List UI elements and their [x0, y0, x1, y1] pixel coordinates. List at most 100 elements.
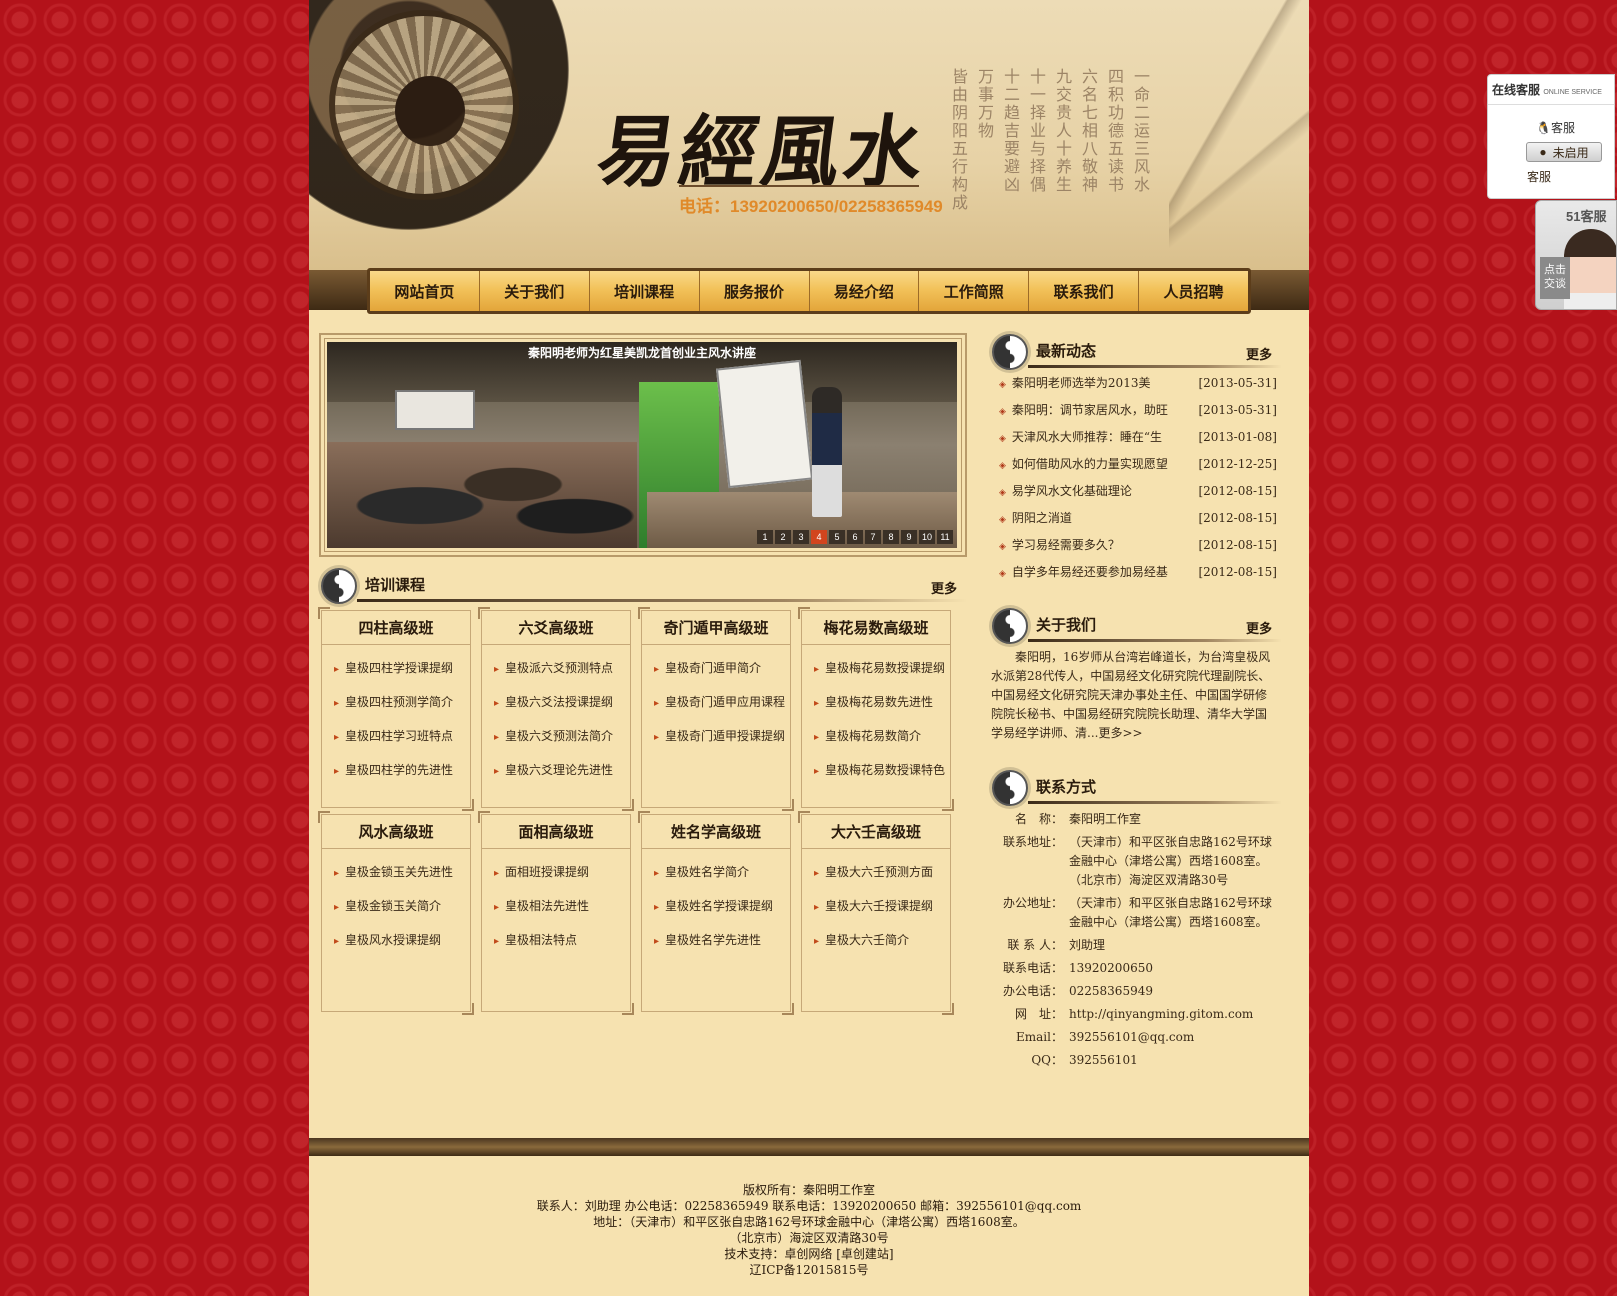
banner-page-dot[interactable]: 10: [919, 530, 935, 544]
banner-page-dot[interactable]: 1: [757, 530, 773, 544]
nav-item[interactable]: 服务报价: [700, 271, 810, 311]
click-to-chat-button[interactable]: 点击交谈: [1540, 257, 1570, 299]
news-item[interactable]: 秦阳明：调节家居风水，助旺 [2013-05-31]: [999, 396, 1277, 423]
news-item[interactable]: 如何借助风水的力量实现愿望 [2012-12-25]: [999, 450, 1277, 477]
courses-more-link[interactable]: 更多: [931, 578, 957, 597]
footer: 版权所有：秦阳明工作室 联系人：刘助理 办公电话：02258365949 联系电话…: [309, 1182, 1309, 1278]
contact-row: 办公地址： （天津市）和平区张自忠路162号环球金融中心（津塔公寓）西塔1608室…: [991, 894, 1281, 932]
banner-page-dot[interactable]: 4: [811, 530, 827, 544]
banner-page-dot[interactable]: 8: [883, 530, 899, 544]
news-title[interactable]: 秦阳明老师选举为2013美: [999, 374, 1151, 391]
nav-item[interactable]: 易经介绍: [810, 271, 920, 311]
taiji-icon: [992, 334, 1028, 370]
course-link[interactable]: 面相班授课提纲: [494, 855, 630, 889]
kefu51-widget[interactable]: 51客服 点击交谈: [1535, 200, 1617, 310]
news-item[interactable]: 天津风水大师推荐：睡在“生 [2013-01-08]: [999, 423, 1277, 450]
course-link[interactable]: 皇极四柱学授课提纲: [334, 651, 470, 685]
course-link[interactable]: 皇极派六爻预测特点: [494, 651, 630, 685]
banner-page-dot[interactable]: 2: [775, 530, 791, 544]
course-link[interactable]: 皇极六爻预测法简介: [494, 719, 630, 753]
about-more-link[interactable]: 更多: [1246, 618, 1272, 637]
course-link[interactable]: 皇极相法特点: [494, 923, 630, 957]
course-link[interactable]: 皇极大六壬授课提纲: [814, 889, 950, 923]
contact-key: 名 称：: [1014, 812, 1063, 826]
banner-page-dot[interactable]: 3: [793, 530, 809, 544]
course-link[interactable]: 皇极梅花易数授课特色: [814, 753, 950, 787]
contact-value: 392556101: [1069, 1053, 1138, 1067]
about-section-title: 关于我们 更多: [992, 608, 1282, 644]
course-link[interactable]: 皇极奇门遁甲简介: [654, 651, 790, 685]
course-title[interactable]: 奇门遁甲高级班: [642, 611, 790, 645]
news-item[interactable]: 阴阳之消道 [2012-08-15]: [999, 504, 1277, 531]
course-link[interactable]: 皇极奇门遁甲应用课程: [654, 685, 790, 719]
contact-value: （天津市）和平区张自忠路162号环球金融中心（津塔公寓）西塔1608室。（北京市…: [1069, 835, 1272, 887]
course-link-list: 皇极派六爻预测特点皇极六爻法授课提纲皇极六爻预测法简介皇极六爻理论先进性: [482, 645, 630, 787]
course-link[interactable]: 皇极四柱预测学简介: [334, 685, 470, 719]
whiteboard: [395, 390, 475, 430]
news-title[interactable]: 学习易经需要多久？: [999, 536, 1120, 553]
news-item[interactable]: 秦阳明老师选举为2013美 [2013-05-31]: [999, 369, 1277, 396]
course-title[interactable]: 风水高级班: [322, 815, 470, 849]
contact-key: 办公电话：: [1002, 984, 1063, 998]
news-title[interactable]: 易学风水文化基础理论: [999, 482, 1132, 499]
banner-slideshow[interactable]: 秦阳明老师为红星美凯龙首创业主风水讲座 1 2 3 4 5 6 7 8 9 10 11: [327, 342, 957, 548]
header-banner: 易經風水 电话：13920200650/02258365949 一命二运三风水四…: [309, 0, 1309, 270]
nav-item[interactable]: 关于我们: [480, 271, 590, 311]
nav-item[interactable]: 培训课程: [590, 271, 700, 311]
news-title[interactable]: 如何借助风水的力量实现愿望: [999, 455, 1168, 472]
course-link[interactable]: 皇极风水授课提纲: [334, 923, 470, 957]
news-item[interactable]: 学习易经需要多久？ [2012-08-15]: [999, 531, 1277, 558]
news-more-link[interactable]: 更多: [1246, 344, 1272, 363]
banner-page-dot[interactable]: 7: [865, 530, 881, 544]
course-link[interactable]: 皇极梅花易数先进性: [814, 685, 950, 719]
news-title[interactable]: 阴阳之消道: [999, 509, 1072, 526]
news-date: [2013-05-31]: [1198, 402, 1277, 417]
course-link-list: 皇极姓名学简介皇极姓名学授课提纲皇极姓名学先进性: [642, 849, 790, 957]
contact-row: QQ： 392556101: [991, 1051, 1281, 1070]
nav-item[interactable]: 工作简照: [919, 271, 1030, 311]
banner-page-dot[interactable]: 9: [901, 530, 917, 544]
nav-item[interactable]: 人员招聘: [1139, 271, 1248, 311]
course-box: 风水高级班皇极金锁玉关先进性皇极金锁玉关简介皇极风水授课提纲: [318, 811, 474, 1015]
course-link[interactable]: 皇极大六壬预测方面: [814, 855, 950, 889]
news-title[interactable]: 自学多年易经还要参加易经基: [999, 563, 1168, 580]
course-title[interactable]: 梅花易数高级班: [802, 611, 950, 645]
course-link[interactable]: 皇极梅花易数简介: [814, 719, 950, 753]
course-title[interactable]: 面相高级班: [482, 815, 630, 849]
banner-page-dot[interactable]: 6: [847, 530, 863, 544]
banner-page-dot[interactable]: 11: [937, 530, 953, 544]
banner-page-dot[interactable]: 5: [829, 530, 845, 544]
course-link[interactable]: 皇极奇门遁甲授课提纲: [654, 719, 790, 753]
contact-row: 办公电话： 02258365949: [991, 982, 1281, 1001]
news-title[interactable]: 秦阳明：调节家居风水，助旺: [999, 401, 1168, 418]
course-title[interactable]: 六爻高级班: [482, 611, 630, 645]
qq-service-link[interactable]: 🐧客服: [1536, 119, 1614, 136]
course-link[interactable]: 皇极相法先进性: [494, 889, 630, 923]
course-link[interactable]: 皇极六爻法授课提纲: [494, 685, 630, 719]
section-title: 最新动态: [1036, 342, 1097, 360]
news-item[interactable]: 易学风水文化基础理论 [2012-08-15]: [999, 477, 1277, 504]
nav-item[interactable]: 联系我们: [1029, 271, 1140, 311]
course-box: 四柱高级班皇极四柱学授课提纲皇极四柱预测学简介皇极四柱学习班特点皇极四柱学的先进…: [318, 607, 474, 811]
about-text: 秦阳明，16岁师从台湾岩峰道长，为台湾皇极风水派第28代传人，中国易经文化研究院…: [991, 650, 1271, 740]
course-link[interactable]: 皇极梅花易数授课提纲: [814, 651, 950, 685]
course-link[interactable]: 皇极四柱学习班特点: [334, 719, 470, 753]
course-link[interactable]: 皇极六爻理论先进性: [494, 753, 630, 787]
course-title[interactable]: 姓名学高级班: [642, 815, 790, 849]
banner-pager: 1 2 3 4 5 6 7 8 9 10 11: [757, 530, 953, 544]
taiji-icon: [321, 568, 357, 604]
service-status-button[interactable]: ● 未启用: [1526, 142, 1602, 162]
course-link[interactable]: 皇极金锁玉关先进性: [334, 855, 470, 889]
course-link[interactable]: 皇极金锁玉关简介: [334, 889, 470, 923]
poem-column: 皆由阴阳五行构成: [949, 68, 968, 212]
news-item[interactable]: 自学多年易经还要参加易经基 [2012-08-15]: [999, 558, 1277, 585]
course-link[interactable]: 皇极四柱学的先进性: [334, 753, 470, 787]
course-link[interactable]: 皇极姓名学先进性: [654, 923, 790, 957]
course-link[interactable]: 皇极大六壬简介: [814, 923, 950, 957]
news-title[interactable]: 天津风水大师推荐：睡在“生: [999, 428, 1162, 445]
course-link[interactable]: 皇极姓名学简介: [654, 855, 790, 889]
nav-item[interactable]: 网站首页: [370, 271, 480, 311]
course-link[interactable]: 皇极姓名学授课提纲: [654, 889, 790, 923]
course-title[interactable]: 四柱高级班: [322, 611, 470, 645]
course-title[interactable]: 大六壬高级班: [802, 815, 950, 849]
